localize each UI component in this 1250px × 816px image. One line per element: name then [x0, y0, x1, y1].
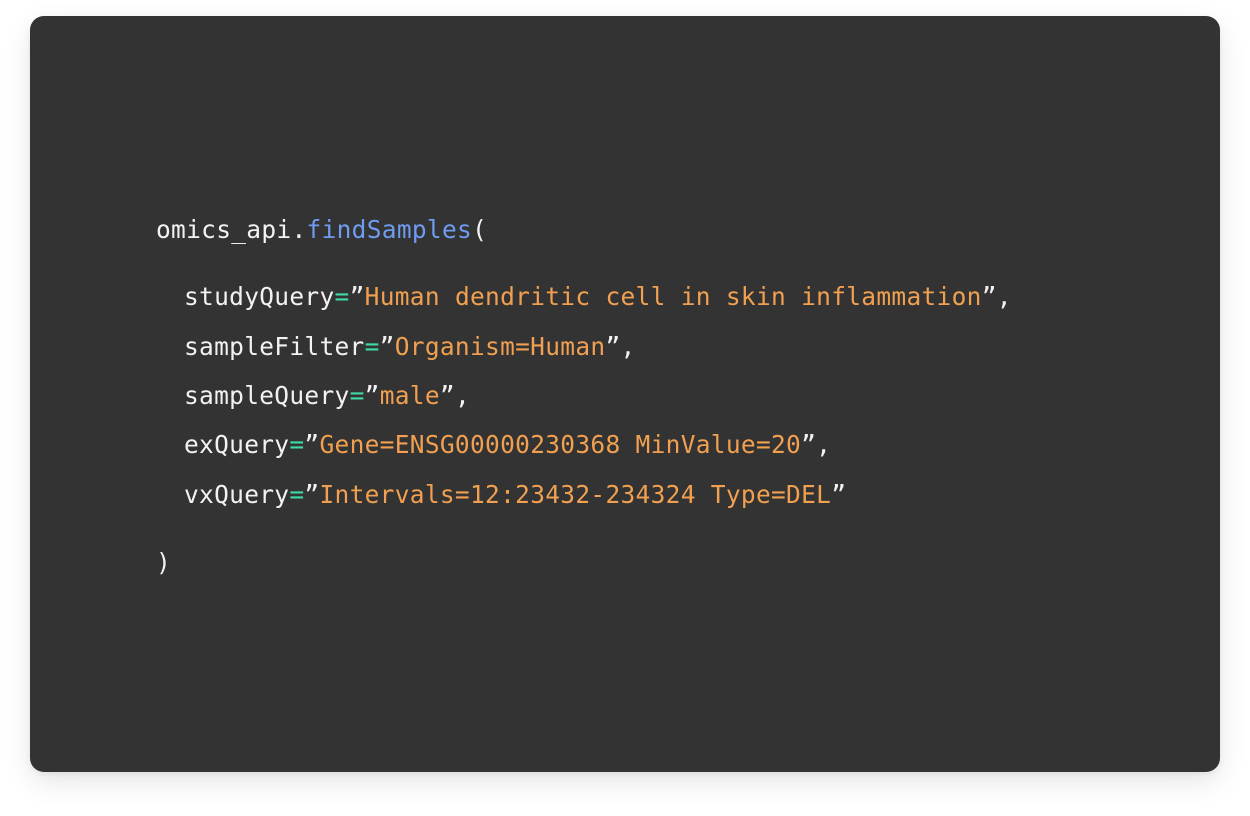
assign-operator: = — [289, 430, 305, 459]
open-paren: ( — [472, 215, 488, 244]
close-paren: ) — [156, 548, 172, 577]
param-value: male — [379, 381, 440, 410]
open-quote: ” — [304, 430, 320, 459]
close-quote: ” — [831, 480, 847, 509]
open-quote: ” — [349, 282, 365, 311]
assign-operator: = — [349, 381, 365, 410]
code-line-param: studyQuery=”Human dendritic cell in skin… — [156, 279, 1012, 315]
code-line-param: sampleFilter=”Organism=Human”, — [156, 329, 636, 365]
assign-operator: = — [364, 332, 380, 361]
open-quote: ” — [364, 381, 380, 410]
open-quote: ” — [304, 480, 320, 509]
member-dot: . — [291, 215, 307, 244]
code-line-param: exQuery=”Gene=ENSG00000230368 MinValue=2… — [156, 427, 831, 463]
function-name: findSamples — [306, 215, 473, 244]
param-name: exQuery — [184, 430, 290, 459]
code-line-call: omics_api.findSamples( — [156, 212, 487, 248]
param-value: Gene=ENSG00000230368 MinValue=20 — [319, 430, 802, 459]
close-quote: ”, — [605, 332, 636, 361]
open-quote: ” — [379, 332, 395, 361]
close-quote: ”, — [439, 381, 470, 410]
param-name: sampleFilter — [184, 332, 365, 361]
assign-operator: = — [289, 480, 305, 509]
param-value: Intervals=12:23432-234324 Type=DEL — [319, 480, 832, 509]
code-block: omics_api.findSamples( studyQuery=”Human… — [156, 212, 1012, 705]
param-value: Human dendritic cell in skin inflammatio… — [364, 282, 982, 311]
close-quote: ”, — [981, 282, 1012, 311]
assign-operator: = — [334, 282, 350, 311]
param-name: sampleQuery — [184, 381, 350, 410]
param-value: Organism=Human — [394, 332, 606, 361]
param-name: studyQuery — [184, 282, 335, 311]
param-name: vxQuery — [184, 480, 290, 509]
object-name: omics_api — [156, 215, 292, 244]
code-line-close: ) — [156, 545, 171, 581]
close-quote: ”, — [801, 430, 832, 459]
code-snippet-card: omics_api.findSamples( studyQuery=”Human… — [30, 16, 1220, 772]
code-line-param: sampleQuery=”male”, — [156, 378, 470, 414]
code-line-param: vxQuery=”Intervals=12:23432-234324 Type=… — [156, 477, 846, 513]
